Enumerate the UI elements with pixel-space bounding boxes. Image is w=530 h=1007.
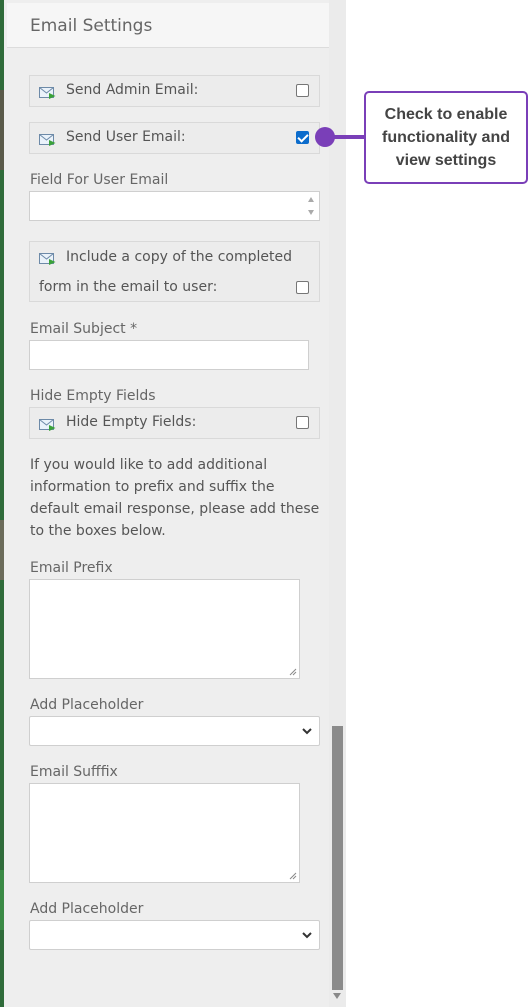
send-admin-email-label: Send Admin Email: bbox=[66, 82, 199, 98]
mail-arrow-icon bbox=[39, 419, 56, 431]
panel-header: Email Settings bbox=[7, 3, 329, 48]
email-prefix-textarea[interactable] bbox=[29, 579, 300, 679]
scrollbar-thumb[interactable] bbox=[332, 726, 343, 990]
send-user-email-row[interactable]: Send User Email: bbox=[29, 122, 320, 154]
mail-arrow-icon bbox=[39, 87, 56, 99]
email-subject-input[interactable] bbox=[29, 340, 309, 370]
add-placeholder-select[interactable] bbox=[29, 716, 320, 746]
email-suffix-textarea[interactable] bbox=[29, 783, 300, 883]
spinner-up-icon[interactable] bbox=[308, 197, 314, 202]
resize-grip-icon[interactable] bbox=[289, 872, 297, 880]
include-copy-checkbox[interactable] bbox=[296, 281, 309, 294]
add-placeholder-label: Add Placeholder bbox=[30, 901, 144, 917]
email-suffix-label: Email Sufffix bbox=[30, 764, 118, 780]
hide-empty-fields-section-label: Hide Empty Fields bbox=[30, 388, 156, 404]
send-user-email-checkbox[interactable] bbox=[296, 131, 309, 144]
mail-arrow-icon bbox=[39, 253, 56, 265]
include-copy-label-line2: form in the email to user: bbox=[39, 279, 218, 295]
field-for-user-email-input[interactable] bbox=[29, 191, 320, 221]
spinner-down-icon[interactable] bbox=[308, 210, 314, 215]
include-copy-label-line1: Include a copy of the completed bbox=[66, 249, 292, 265]
add-placeholder-label: Add Placeholder bbox=[30, 697, 144, 713]
number-spinner[interactable] bbox=[305, 192, 319, 220]
resize-grip-icon[interactable] bbox=[289, 668, 297, 676]
callout-box: Check to enable functionality and view s… bbox=[364, 91, 528, 184]
send-admin-email-row[interactable]: Send Admin Email: bbox=[29, 75, 320, 107]
email-prefix-label: Email Prefix bbox=[30, 560, 113, 576]
chevron-down-icon bbox=[302, 932, 312, 939]
callout-dot bbox=[315, 127, 335, 147]
include-copy-row[interactable]: Include a copy of the completed form in … bbox=[29, 241, 320, 302]
mail-arrow-icon bbox=[39, 134, 56, 146]
panel-title: Email Settings bbox=[30, 16, 153, 36]
send-admin-email-checkbox[interactable] bbox=[296, 84, 309, 97]
send-user-email-label: Send User Email: bbox=[66, 129, 186, 145]
scroll-down-arrow-icon[interactable] bbox=[333, 993, 341, 999]
hide-empty-fields-label: Hide Empty Fields: bbox=[66, 414, 197, 430]
prefix-suffix-info-text: If you would like to add additional info… bbox=[30, 457, 320, 539]
email-subject-label: Email Subject * bbox=[30, 321, 138, 337]
add-placeholder-select[interactable] bbox=[29, 920, 320, 950]
hide-empty-fields-row[interactable]: Hide Empty Fields: bbox=[29, 407, 320, 439]
field-for-user-email-label: Field For User Email bbox=[30, 172, 169, 188]
hide-empty-fields-checkbox[interactable] bbox=[296, 416, 309, 429]
chevron-down-icon bbox=[302, 728, 312, 735]
